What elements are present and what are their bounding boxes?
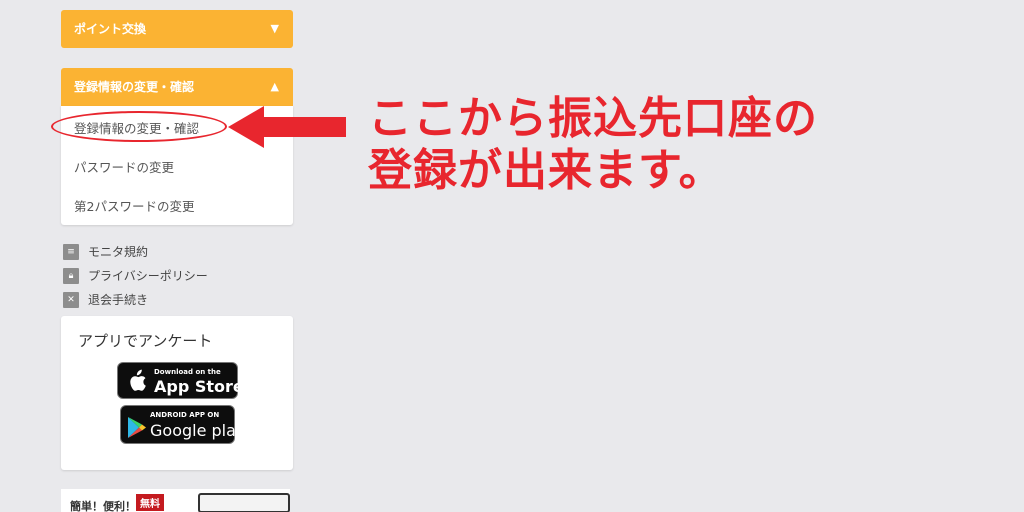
link-monitor-terms[interactable]: ≡ モニタ規約 bbox=[63, 243, 149, 260]
app-store-small-text: Download on the bbox=[154, 368, 221, 376]
menu-item-registration-info[interactable]: 登録情報の変更・確認 bbox=[74, 118, 199, 137]
menu-item-password-change[interactable]: パスワードの変更 bbox=[74, 157, 174, 176]
chevron-down-icon: ▼ bbox=[270, 22, 279, 35]
app-survey-box: アプリでアンケート Download on the App Store ANDR… bbox=[61, 316, 293, 470]
link-privacy-policy-label: プライバシーポリシー bbox=[88, 269, 208, 283]
points-exchange-header[interactable]: ポイント交換 ▼ bbox=[61, 10, 293, 48]
pointer-arrow-icon bbox=[228, 106, 346, 148]
link-withdrawal-label: 退会手続き bbox=[88, 293, 149, 307]
registration-header[interactable]: 登録情報の変更・確認 ▲ bbox=[61, 68, 293, 106]
link-withdrawal[interactable]: ✕ 退会手続き bbox=[63, 291, 149, 308]
google-play-big-text: Google play bbox=[150, 421, 246, 440]
promo-text: 簡単！便利！ bbox=[70, 500, 136, 512]
laptop-image bbox=[198, 493, 290, 512]
lock-icon: 🔒︎ bbox=[63, 267, 79, 284]
free-badge: 無料 bbox=[136, 494, 164, 511]
menu-item-second-password-change[interactable]: 第2パスワードの変更 bbox=[74, 196, 194, 215]
google-play-badge[interactable]: ANDROID APP ON Google play bbox=[120, 405, 245, 444]
app-store-big-text: App Store bbox=[154, 377, 244, 396]
close-icon: ✕ bbox=[63, 291, 79, 308]
points-exchange-title: ポイント交換 bbox=[74, 22, 147, 36]
app-store-badge[interactable]: Download on the App Store bbox=[117, 362, 244, 399]
annotation-line-2: 登録が出来ます。 bbox=[368, 145, 724, 196]
chevron-up-icon: ▲ bbox=[270, 80, 279, 93]
google-play-small-text: ANDROID APP ON bbox=[150, 411, 220, 419]
google-play-icon bbox=[128, 417, 146, 438]
apple-icon bbox=[130, 369, 146, 391]
app-survey-title: アプリでアンケート bbox=[78, 332, 213, 350]
link-privacy-policy[interactable]: 🔒︎ プライバシーポリシー bbox=[63, 267, 208, 284]
registration-title: 登録情報の変更・確認 bbox=[74, 80, 195, 94]
promo-banner[interactable]: 簡単！便利！ 無料 bbox=[61, 489, 290, 512]
link-monitor-terms-label: モニタ規約 bbox=[88, 245, 149, 259]
document-icon: ≡ bbox=[63, 243, 79, 260]
